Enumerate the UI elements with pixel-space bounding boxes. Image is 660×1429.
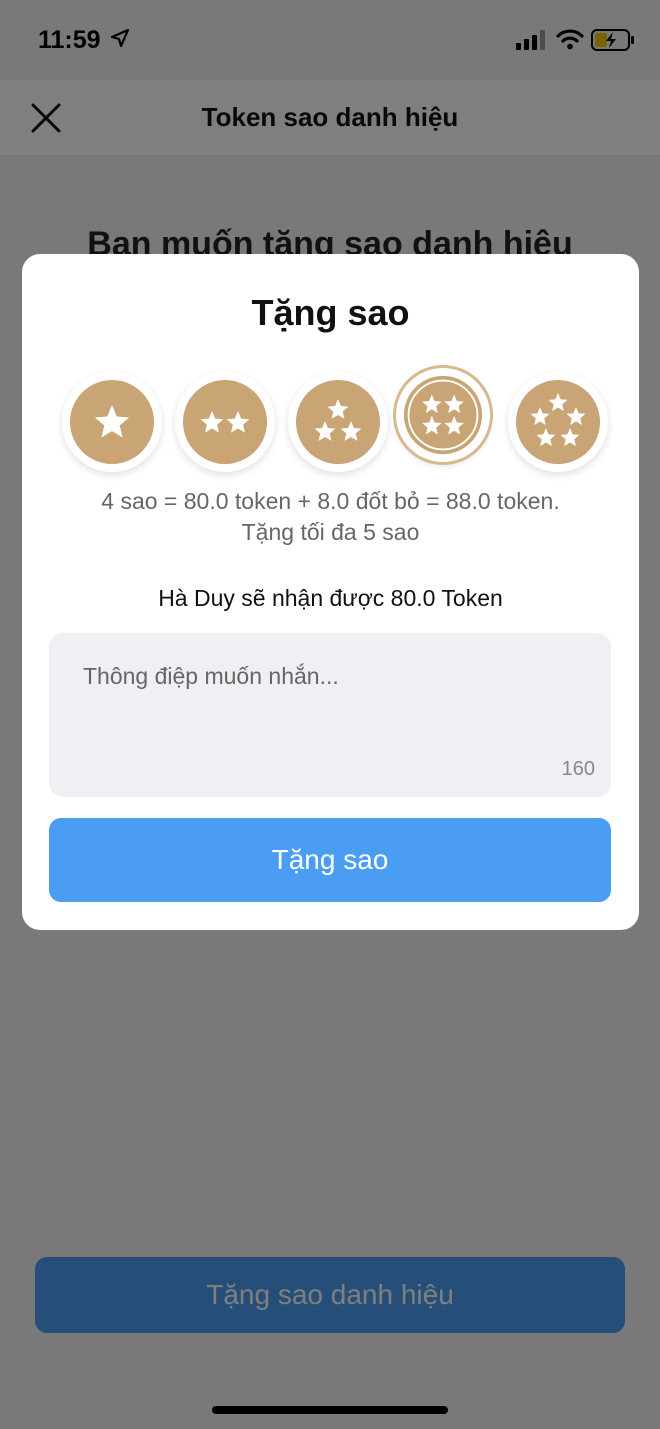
three-star-coin-icon [296,380,380,464]
message-input[interactable] [83,663,583,690]
star-option-3[interactable] [288,372,388,472]
coin-face [516,380,600,464]
price-summary: 4 sao = 80.0 token + 8.0 đốt bỏ = 88.0 t… [101,488,560,545]
four-star-coin-icon [403,375,483,455]
gift-star-submit-button[interactable]: Tặng sao [49,818,611,902]
gift-star-dialog: Tặng sao 4 sao = 80.0 token + 8.0 đốt bỏ… [22,254,639,930]
five-star-coin-icon [516,380,600,464]
two-star-coin-icon [183,380,267,464]
message-box[interactable]: 160 [49,633,611,797]
star-option-2[interactable] [175,372,275,472]
coin-face [183,380,267,464]
star-options [22,368,639,480]
coin-face [296,380,380,464]
char-count: 160 [561,758,595,780]
star-option-5[interactable] [508,372,608,472]
star-option-4[interactable] [396,368,490,462]
home-indicator [212,1406,448,1414]
star-option-1[interactable] [62,372,162,472]
recipient-receive-text: Hà Duy sẽ nhận được 80.0 Token [158,585,503,611]
dialog-title: Tặng sao [251,292,410,333]
coin-face [403,375,483,455]
one-star-coin-icon [70,380,154,464]
